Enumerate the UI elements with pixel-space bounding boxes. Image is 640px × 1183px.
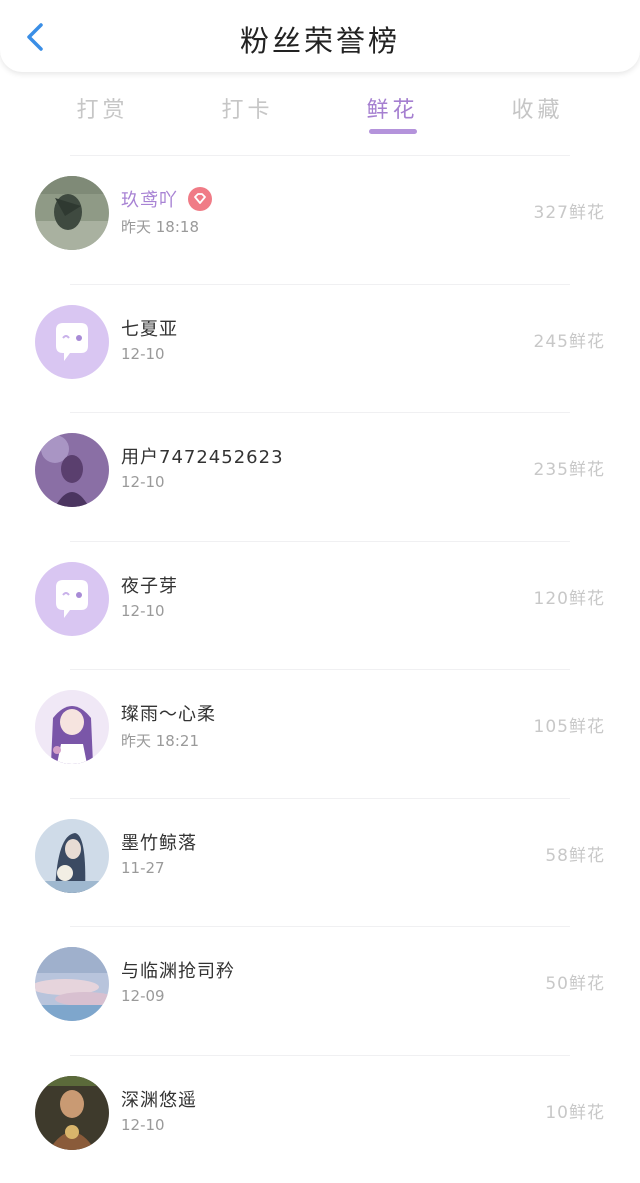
tab-checkin[interactable]: 打卡 <box>175 86 320 136</box>
fan-date: 12-10 <box>121 345 165 363</box>
fan-date: 12-10 <box>121 473 165 491</box>
list-item[interactable]: 墨竹鲸落 11-27 58鲜花 <box>70 798 570 927</box>
tab-bar: 打赏 打卡 鲜花 收藏 <box>30 86 610 136</box>
avatar <box>35 433 109 507</box>
list-item[interactable]: 与临渊抢司矜 12-09 50鲜花 <box>70 926 570 1055</box>
fan-date: 昨天 18:21 <box>121 730 199 751</box>
diamond-badge-icon <box>188 187 212 211</box>
list-item[interactable]: 璨雨～心柔 昨天 18:21 105鲜花 <box>70 669 570 798</box>
avatar <box>35 305 109 379</box>
list-item[interactable]: 玖鸢吖 昨天 18:18 327鲜花 <box>70 155 570 284</box>
tab-favorites[interactable]: 收藏 <box>465 86 610 136</box>
fan-date: 12-10 <box>121 602 165 620</box>
fan-name: 七夏亚 <box>121 315 178 341</box>
avatar <box>35 1076 109 1150</box>
top-bar: 粉丝荣誉榜 <box>0 0 640 72</box>
flower-count: 10鲜花 <box>545 1098 605 1123</box>
fan-name: 用户7472452623 <box>121 443 284 469</box>
list-item[interactable]: 深渊悠遥 12-10 10鲜花 <box>70 1055 570 1183</box>
fan-ranking-list: 玖鸢吖 昨天 18:18 327鲜花 七夏亚 12-10 245鲜花 <box>0 155 640 1183</box>
fan-date: 12-09 <box>121 987 165 1005</box>
flower-count: 245鲜花 <box>534 327 605 352</box>
fan-name: 墨竹鲸落 <box>121 829 197 855</box>
flower-count: 50鲜花 <box>545 969 605 994</box>
tab-flowers[interactable]: 鲜花 <box>320 86 465 136</box>
fan-name: 与临渊抢司矜 <box>121 957 235 983</box>
flower-count: 235鲜花 <box>534 455 605 480</box>
flower-count: 105鲜花 <box>534 712 605 737</box>
page-title: 粉丝荣誉榜 <box>0 18 640 60</box>
fan-name: 璨雨～心柔 <box>121 700 216 726</box>
avatar <box>35 947 109 1021</box>
fan-date: 11-27 <box>121 859 165 877</box>
fan-name: 玖鸢吖 <box>121 186 212 212</box>
fan-date: 昨天 18:18 <box>121 216 199 237</box>
avatar <box>35 562 109 636</box>
flower-count: 120鲜花 <box>534 584 605 609</box>
tab-tips[interactable]: 打赏 <box>30 86 175 136</box>
avatar <box>35 176 109 250</box>
flower-count: 327鲜花 <box>534 198 605 223</box>
avatar <box>35 690 109 764</box>
list-item[interactable]: 用户7472452623 12-10 235鲜花 <box>70 412 570 541</box>
fan-name: 深渊悠遥 <box>121 1086 197 1112</box>
fan-date: 12-10 <box>121 1116 165 1134</box>
list-item[interactable]: 七夏亚 12-10 245鲜花 <box>70 284 570 413</box>
flower-count: 58鲜花 <box>545 841 605 866</box>
avatar <box>35 819 109 893</box>
fan-name: 夜子芽 <box>121 572 178 598</box>
list-item[interactable]: 夜子芽 12-10 120鲜花 <box>70 541 570 670</box>
